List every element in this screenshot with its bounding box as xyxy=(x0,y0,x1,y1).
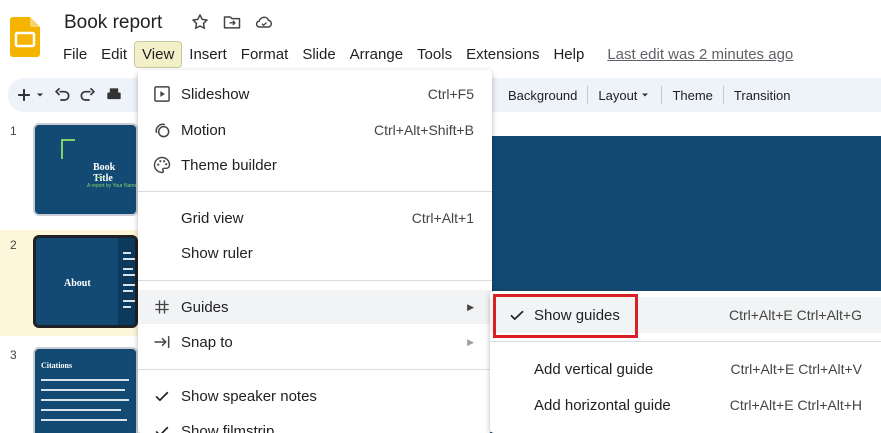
background-button[interactable]: Background xyxy=(498,88,587,103)
check-icon xyxy=(152,421,172,433)
move-to-folder-icon[interactable] xyxy=(222,12,242,32)
slides-logo-icon[interactable] xyxy=(10,17,40,57)
print-icon xyxy=(107,88,121,100)
menu-item-slideshow[interactable]: Slideshow Ctrl+F5 xyxy=(138,77,492,111)
thumb-title: Citations xyxy=(41,361,73,370)
menu-divider xyxy=(138,369,492,370)
plus-icon xyxy=(18,89,30,101)
menu-item-label: Snap to xyxy=(181,333,233,351)
caret-down-icon xyxy=(642,93,649,97)
menu-view[interactable]: View xyxy=(134,40,183,68)
menu-item-label: Theme builder xyxy=(181,156,277,174)
filmstrip-slide-2[interactable]: 2 About xyxy=(0,230,138,336)
menu-item-grid-view[interactable]: Grid view Ctrl+Alt+1 xyxy=(138,201,492,235)
menu-item-guides[interactable]: Guides ▶ xyxy=(138,290,492,324)
cloud-saved-icon[interactable] xyxy=(254,12,274,32)
menu-item-label: Show speaker notes xyxy=(181,387,317,405)
menu-tools[interactable]: Tools xyxy=(410,42,459,67)
menu-item-label: Slideshow xyxy=(181,85,250,103)
menu-arrange[interactable]: Arrange xyxy=(343,42,410,67)
slide-number: 2 xyxy=(10,238,17,252)
submenu-arrow-icon: ▶ xyxy=(467,336,474,347)
new-slide-button[interactable] xyxy=(14,81,46,109)
layout-button[interactable]: Layout xyxy=(588,88,661,103)
last-edit-link[interactable]: Last edit was 2 minutes ago xyxy=(607,46,793,63)
slide-thumbnail[interactable]: About xyxy=(33,235,138,328)
filmstrip-slide-3[interactable]: 3 Citations xyxy=(0,344,138,433)
menu-divider xyxy=(138,191,492,192)
palette-icon xyxy=(152,155,172,175)
menu-item-show-speaker-notes[interactable]: Show speaker notes xyxy=(138,379,492,413)
menu-divider xyxy=(138,280,492,281)
check-icon xyxy=(152,386,172,406)
menu-item-shortcut: Ctrl+Alt+E Ctrl+Alt+G xyxy=(728,307,862,323)
menu-item-label: Show ruler xyxy=(181,244,253,262)
menu-edit[interactable]: Edit xyxy=(94,42,134,67)
menu-item-shortcut: Ctrl+F5 xyxy=(427,86,474,102)
menu-item-show-ruler[interactable]: Show ruler xyxy=(138,236,492,270)
menu-item-label: Grid view xyxy=(181,209,244,227)
thumb-title: Book Title xyxy=(93,162,116,184)
document-title[interactable]: Book report xyxy=(64,12,162,34)
menu-item-motion[interactable]: Motion Ctrl+Alt+Shift+B xyxy=(138,113,492,147)
grid-hash-icon xyxy=(152,297,172,317)
menu-slide[interactable]: Slide xyxy=(295,42,342,67)
slide-thumbnail[interactable]: Book Title A report by Your Name xyxy=(33,123,138,216)
layout-label: Layout xyxy=(598,87,638,103)
menu-item-show-filmstrip[interactable]: Show filmstrip xyxy=(138,414,492,433)
filmstrip-slide-1[interactable]: 1 Book Title A report by Your Name xyxy=(0,116,138,222)
menu-item-label: Motion xyxy=(181,121,227,139)
menu-item-label: Add horizontal guide xyxy=(534,396,671,414)
menu-extensions[interactable]: Extensions xyxy=(459,42,546,67)
view-menu-dropdown: Slideshow Ctrl+F5 Motion Ctrl+Alt+Shift+… xyxy=(138,70,492,433)
menu-item-label: Add vertical guide xyxy=(534,360,654,378)
transition-button[interactable]: Transition xyxy=(724,88,801,103)
menu-item-label: Guides xyxy=(181,298,229,316)
slideshow-icon xyxy=(152,84,172,104)
snap-to-icon xyxy=(152,332,172,352)
menu-item-shortcut: Ctrl+Alt+E Ctrl+Alt+H xyxy=(729,397,862,413)
menu-item-shortcut: Ctrl+Alt+E Ctrl+Alt+V xyxy=(730,361,863,377)
slide-number: 3 xyxy=(10,348,17,362)
print-button[interactable] xyxy=(104,81,124,109)
star-icon[interactable] xyxy=(190,12,210,32)
menu-item-snap-to[interactable]: Snap to ▶ xyxy=(138,325,492,359)
menu-item-label: Show filmstrip xyxy=(181,422,275,433)
menu-item-add-vertical-guide[interactable]: Add vertical guide Ctrl+Alt+E Ctrl+Alt+V xyxy=(490,351,881,387)
menu-item-shortcut: Ctrl+Alt+Shift+B xyxy=(374,122,474,138)
submenu-arrow-icon: ▶ xyxy=(467,301,474,312)
menu-help[interactable]: Help xyxy=(546,42,591,67)
menu-item-add-horizontal-guide[interactable]: Add horizontal guide Ctrl+Alt+E Ctrl+Alt… xyxy=(490,387,881,423)
thumb-subtitle: A report by Your Name xyxy=(87,183,138,189)
menu-item-shortcut: Ctrl+Alt+1 xyxy=(411,210,474,226)
slide-number: 1 xyxy=(10,124,17,138)
slide-thumbnail[interactable]: Citations xyxy=(33,347,138,433)
redo-button[interactable] xyxy=(78,81,98,109)
menu-item-theme-builder[interactable]: Theme builder xyxy=(138,148,492,182)
filmstrip: 1 Book Title A report by Your Name 2 Abo… xyxy=(0,116,138,433)
menu-file[interactable]: File xyxy=(56,42,94,67)
undo-icon xyxy=(54,87,70,101)
menu-divider xyxy=(490,341,881,342)
menu-format[interactable]: Format xyxy=(234,42,296,67)
thumb-title: About xyxy=(64,278,91,289)
menu-insert[interactable]: Insert xyxy=(182,42,234,67)
motion-icon xyxy=(152,120,172,140)
theme-button[interactable]: Theme xyxy=(662,88,722,103)
caret-down-icon xyxy=(37,93,43,97)
redo-icon xyxy=(80,87,96,101)
menu-bar: File Edit View Insert Format Slide Arran… xyxy=(56,40,793,68)
undo-button[interactable] xyxy=(52,81,72,109)
highlight-annotation xyxy=(493,294,638,338)
